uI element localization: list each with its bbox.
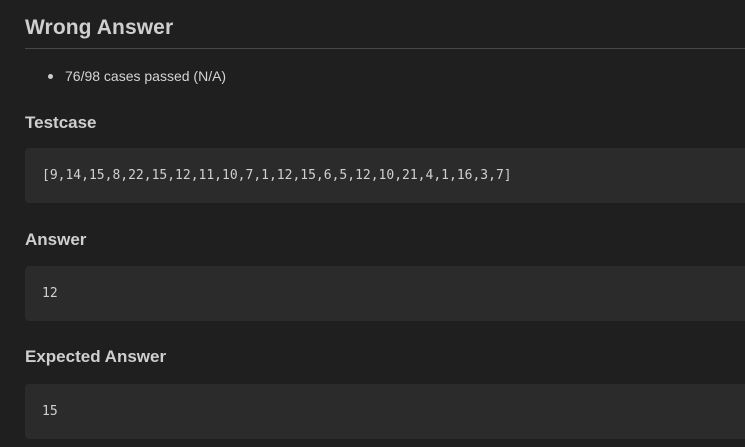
- answer-box[interactable]: 12: [25, 266, 745, 321]
- answer-heading: Answer: [25, 230, 87, 249]
- bullet-icon: [48, 74, 53, 79]
- result-title: Wrong Answer: [25, 16, 174, 39]
- testcase-heading: Testcase: [25, 113, 97, 132]
- summary-list: 76/98 cases passed (N/A): [25, 66, 226, 86]
- cases-passed-item: 76/98 cases passed (N/A): [25, 66, 226, 86]
- testcase-value: [9,14,15,8,22,15,12,11,10,7,1,12,15,6,5,…: [42, 168, 512, 183]
- expected-answer-heading: Expected Answer: [25, 347, 167, 366]
- expected-answer-value: 15: [42, 404, 58, 419]
- answer-value: 12: [42, 286, 58, 301]
- expected-answer-box[interactable]: 15: [25, 384, 745, 439]
- testcase-box[interactable]: [9,14,15,8,22,15,12,11,10,7,1,12,15,6,5,…: [25, 148, 745, 203]
- cases-passed-text: 76/98 cases passed (N/A): [65, 68, 227, 84]
- title-divider: [25, 48, 745, 49]
